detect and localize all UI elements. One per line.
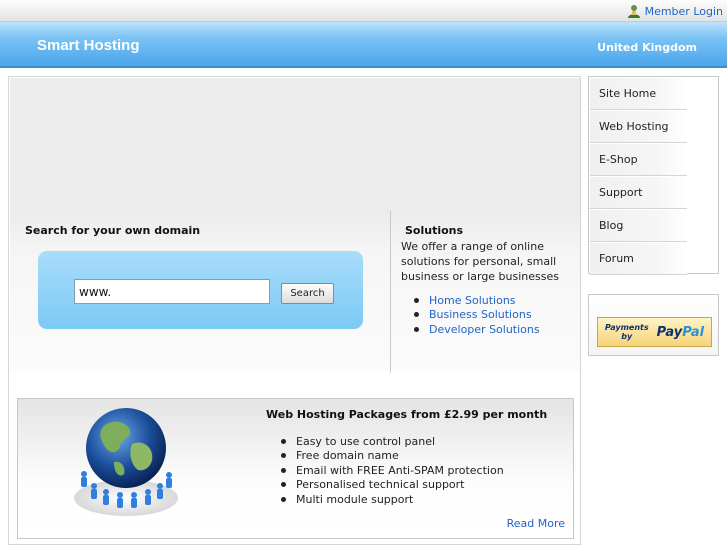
hosting-packages-box: Web Hosting Packages from £2.99 per mont…	[17, 398, 574, 539]
nav-item-support[interactable]: Support	[590, 177, 687, 209]
payments-by-label: Payments by	[604, 323, 649, 341]
list-item: Free domain name	[281, 449, 504, 464]
main-panel: Search for your own domain Search Soluti…	[8, 76, 581, 545]
bullet-icon	[281, 453, 286, 459]
list-item: Home Solutions	[414, 293, 540, 308]
solutions-list: Home Solutions Business Solutions Develo…	[414, 293, 540, 337]
bullet-icon	[281, 438, 286, 444]
bullet-icon	[414, 297, 419, 303]
paypal-badge[interactable]: Payments by PayPal	[597, 317, 712, 347]
list-item: Email with FREE Anti-SPAM protection	[281, 463, 504, 478]
feature-text: Free domain name	[296, 449, 399, 463]
member-login[interactable]: Member Login	[627, 4, 723, 18]
list-item: Developer Solutions	[414, 322, 540, 337]
list-item: Personalised technical support	[281, 478, 504, 493]
domain-search-panel: Search	[38, 251, 363, 329]
nav-item-site-home[interactable]: Site Home	[590, 78, 687, 110]
feature-text: Easy to use control panel	[296, 434, 436, 448]
paypal-logo: PayPal	[656, 324, 705, 340]
bullet-icon	[414, 312, 419, 318]
bullet-icon	[281, 482, 286, 488]
list-item: Multi module support	[281, 492, 504, 507]
payment-box: Payments by PayPal	[588, 294, 719, 356]
member-login-icon	[627, 5, 640, 18]
site-brand[interactable]: Smart Hosting	[37, 37, 140, 54]
globe-network-icon	[74, 408, 178, 516]
sidebar-nav: Site Home Web Hosting E-Shop Support Blo…	[588, 76, 719, 275]
bullet-icon	[414, 326, 419, 332]
hero-banner	[10, 78, 580, 211]
top-utility-bar: Member Login	[0, 0, 727, 22]
list-item: Easy to use control panel	[281, 434, 504, 449]
list-item: Business Solutions	[414, 308, 540, 323]
domain-search-title: Search for your own domain	[25, 224, 201, 237]
solutions-title: Solutions	[405, 224, 464, 237]
home-solutions-link[interactable]: Home Solutions	[429, 294, 516, 307]
nav-item-e-shop[interactable]: E-Shop	[590, 144, 687, 176]
feature-text: Personalised technical support	[296, 478, 465, 492]
search-button[interactable]: Search	[281, 283, 334, 304]
domain-search-input[interactable]	[74, 279, 270, 304]
solutions-description: We offer a range of online solutions for…	[401, 240, 560, 283]
feature-text: Multi module support	[296, 492, 414, 506]
nav-item-blog[interactable]: Blog	[590, 210, 687, 242]
member-login-link[interactable]: Member Login	[645, 5, 723, 18]
nav-item-web-hosting[interactable]: Web Hosting	[590, 111, 687, 143]
feature-text: Email with FREE Anti-SPAM protection	[296, 463, 504, 477]
bullet-icon	[281, 496, 286, 502]
packages-title: Web Hosting Packages from £2.99 per mont…	[266, 408, 548, 421]
site-header: Smart Hosting United Kingdom	[0, 22, 727, 68]
read-more-link[interactable]: Read More	[507, 517, 565, 530]
nav-item-forum[interactable]: Forum	[590, 243, 687, 275]
column-divider	[390, 211, 391, 373]
bullet-icon	[281, 467, 286, 473]
region-label[interactable]: United Kingdom	[597, 41, 697, 54]
business-solutions-link[interactable]: Business Solutions	[429, 308, 532, 321]
packages-feature-list: Easy to use control panel Free domain na…	[281, 434, 504, 507]
developer-solutions-link[interactable]: Developer Solutions	[429, 323, 540, 336]
